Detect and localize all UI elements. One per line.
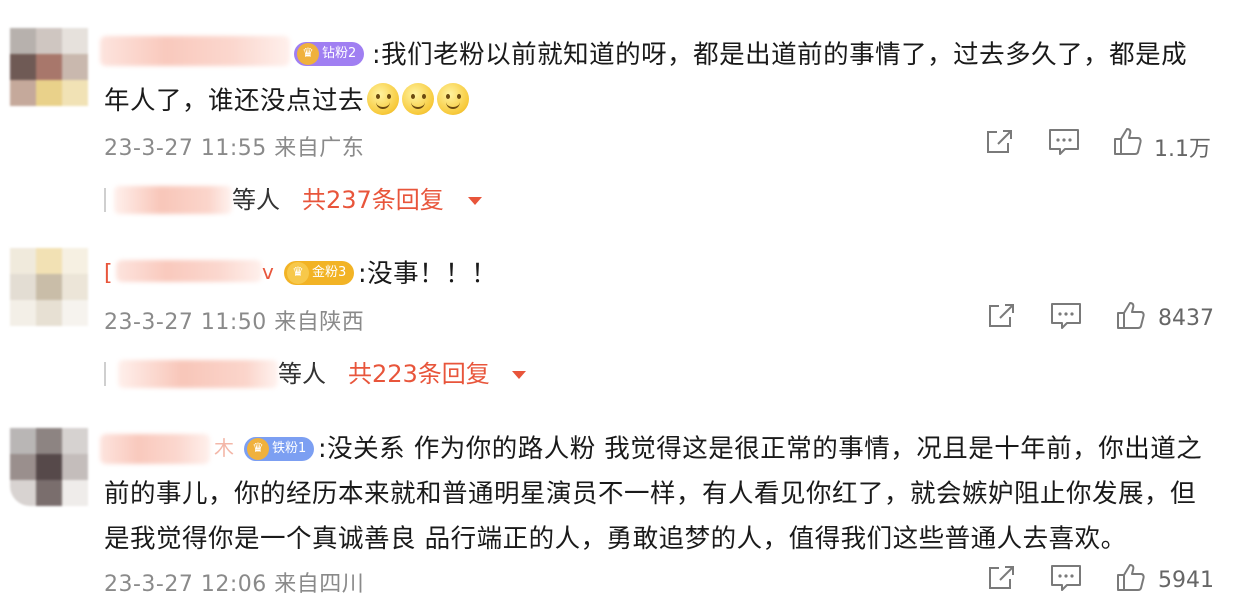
smile-emoji-icon: [367, 83, 400, 115]
share-icon: [989, 566, 1014, 589]
avatar[interactable]: [10, 28, 88, 106]
view-replies-link[interactable]: 共223条回复: [348, 356, 490, 392]
fan-badge-label: 钻粉2: [322, 46, 357, 61]
fan-badge-label: 铁粉1: [272, 441, 307, 456]
fan-badge-label: 金粉3: [312, 265, 347, 280]
reply-user-blurred: [114, 186, 232, 214]
comment-button[interactable]: [1050, 564, 1082, 592]
username-blurred[interactable]: [116, 260, 262, 282]
fan-badge[interactable]: ♛ 金粉3: [284, 261, 355, 285]
fan-badge-icon: ♛: [287, 262, 309, 284]
comment-text-line: :我们老粉以前就知道的呀，都是出道前的事情了，过去多久了，都是成: [372, 40, 1188, 70]
comment-item: 木 ♛ 铁粉1 :没关系 作为你的路人粉 我觉得这是很正常的事情，况且是十年前，…: [0, 400, 1246, 610]
fan-badge[interactable]: ♛ 钻粉2: [294, 42, 365, 66]
comment-text: 前的事儿，你的经历本来就和普通明星演员不一样，有人看见你红了，就会嫉妒阻止你发展…: [104, 472, 1196, 516]
replies-others-label: 等人: [278, 360, 326, 388]
username-prefix: [: [104, 261, 114, 286]
comment-text-line: 前的事儿，你的经历本来就和普通明星演员不一样，有人看见你红了，就会嫉妒阻止你发展…: [104, 479, 1197, 509]
fan-badge[interactable]: ♛ 铁粉1: [244, 437, 315, 461]
comment-text: :没关系 作为你的路人粉 我觉得这是很正常的事情，况且是十年前，你出道之: [318, 427, 1202, 471]
comment-item: ♛ 钻粉2 :我们老粉以前就知道的呀，都是出道前的事情了，过去多久了，都是成 年…: [0, 0, 1246, 220]
comment-text: :我们老粉以前就知道的呀，都是出道前的事情了，过去多久了，都是成: [372, 33, 1187, 77]
reply-divider: [104, 188, 106, 212]
comment-timestamp: 23-3-27 12:06 来自四川: [104, 572, 365, 597]
smile-emoji-icon: [402, 83, 435, 115]
share-button[interactable]: [986, 302, 1016, 330]
thumbs-up-icon: [1114, 128, 1142, 155]
comment-icon: [1051, 303, 1081, 329]
smile-emoji-icon: [437, 83, 470, 115]
comment-item: [ v ♛ 金粉3 :没事！！！ 23-3-27 11:50 来自陕西 8437…: [0, 220, 1246, 400]
replies-summary[interactable]: 等人 共237条回复: [104, 182, 504, 218]
like-button[interactable]: [1116, 300, 1146, 330]
comment-timestamp: 23-3-27 11:55 来自广东: [104, 136, 365, 161]
view-replies-link[interactable]: 共237条回复: [302, 182, 444, 218]
avatar[interactable]: [10, 248, 88, 326]
like-count: 8437: [1158, 306, 1214, 331]
reply-user-blurred: [118, 360, 278, 388]
replies-summary[interactable]: 等人 共223条回复: [104, 356, 544, 392]
comment-timestamp: 23-3-27 11:50 来自陕西: [104, 310, 365, 335]
comment-button[interactable]: [1050, 302, 1082, 330]
reply-divider: [104, 362, 106, 386]
caret-down-icon[interactable]: [468, 197, 482, 205]
comment-text-line: :没关系 作为你的路人粉 我觉得这是很正常的事情，况且是十年前，你出道之: [318, 434, 1203, 464]
comment-icon: [1049, 129, 1079, 155]
caret-down-icon[interactable]: [512, 371, 526, 379]
comment-icon: [1051, 565, 1081, 591]
share-icon: [987, 130, 1012, 153]
comment-button[interactable]: [1048, 128, 1080, 156]
username-suffix: v: [262, 260, 275, 284]
like-button[interactable]: [1116, 562, 1146, 592]
username-blurred[interactable]: [100, 36, 290, 66]
comment-text-line: 年人了，谁还没点过去: [104, 86, 365, 116]
thumbs-up-icon: [1117, 564, 1145, 591]
like-count: 1.1万: [1154, 137, 1211, 162]
like-count: 5941: [1158, 568, 1214, 593]
share-button[interactable]: [986, 564, 1016, 592]
replies-others-label: 等人: [232, 186, 280, 214]
thumbs-up-icon: [1117, 302, 1145, 329]
comment-text: 是我觉得你是一个真诚善良 品行端正的人，勇敢追梦的人，值得我们这些普通人去喜欢。: [104, 517, 1127, 561]
avatar[interactable]: [10, 428, 88, 506]
share-icon: [989, 304, 1014, 327]
comment-text-line: 是我觉得你是一个真诚善良 品行端正的人，勇敢追梦的人，值得我们这些普通人去喜欢。: [104, 524, 1127, 554]
like-button[interactable]: [1113, 126, 1143, 156]
username-blurred[interactable]: [100, 434, 210, 464]
fan-badge-icon: ♛: [297, 43, 319, 65]
fan-badge-icon: ♛: [247, 438, 269, 460]
comment-text: :没事！！！: [358, 252, 497, 296]
comment-text-line: :没事！！！: [358, 259, 498, 289]
username-suffix: 木: [214, 436, 235, 460]
share-button[interactable]: [984, 128, 1014, 156]
comment-text: 年人了，谁还没点过去: [104, 79, 470, 123]
